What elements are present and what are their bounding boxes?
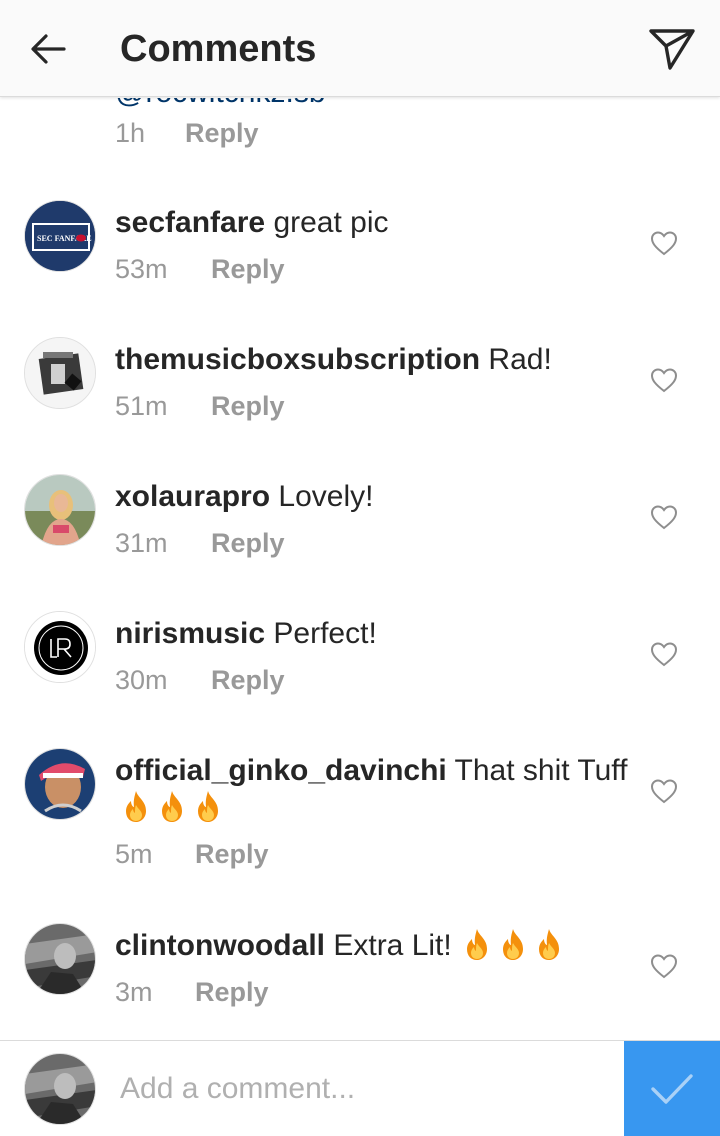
comment-username[interactable]: nirismusic: [115, 617, 265, 650]
avatar[interactable]: [24, 923, 96, 995]
heart-icon[interactable]: [650, 230, 678, 256]
xolaurapro-avatar-image: [25, 475, 95, 545]
partial-comment-meta: 1h Reply: [115, 118, 259, 149]
comment-text: clintonwoodall Extra Lit!: [115, 927, 635, 964]
fire-emoji-icon: [466, 929, 487, 960]
comment-meta: 5m Reply: [115, 839, 269, 870]
musicbox-avatar-image: [25, 338, 95, 408]
secfanfare-logo: SEC FANFARE: [25, 201, 95, 271]
current-user-avatar: [24, 1053, 96, 1125]
partial-comment-text: @rocwitchkz.sb: [115, 98, 326, 110]
heart-icon[interactable]: [650, 641, 678, 667]
share-button[interactable]: [644, 22, 700, 76]
fire-emoji-icon: [126, 791, 146, 822]
comment-time: 53m: [115, 254, 168, 284]
paper-plane-icon: [649, 29, 695, 70]
avatar[interactable]: [24, 748, 96, 820]
reply-button[interactable]: Reply: [185, 118, 259, 149]
comment-meta: 31m Reply: [115, 528, 285, 559]
heart-icon[interactable]: [650, 367, 678, 393]
heart-icon[interactable]: [650, 953, 678, 979]
comment-meta: 30m Reply: [115, 665, 285, 696]
comment-username[interactable]: official_ginko_davinchi: [115, 754, 447, 787]
comment-meta: 3m Reply: [115, 977, 269, 1008]
fire-emoji-icon: [502, 929, 523, 960]
nirismusic-logo: [25, 612, 95, 682]
fire-emoji-icon: [198, 791, 218, 822]
comment-time: 30m: [115, 665, 168, 695]
comment-meta: 51m Reply: [115, 391, 285, 422]
heart-icon[interactable]: [650, 778, 678, 804]
fire-emoji-icon: [162, 791, 182, 822]
reply-button[interactable]: Reply: [211, 391, 285, 422]
comment-body: Lovely!: [278, 480, 374, 513]
current-user-avatar-image: [25, 1054, 95, 1124]
avatar[interactable]: SEC FANFARE: [24, 200, 96, 272]
fire-emoji-icon: [538, 929, 559, 960]
comments-list[interactable]: @rocwitchkz.sb 1h Reply SEC FANFARE secf…: [0, 98, 720, 1040]
comment-text: xolaurapro Lovely!: [115, 478, 615, 515]
arrow-left-icon: [31, 34, 66, 64]
comment-time: 5m: [115, 839, 153, 869]
post-comment-button[interactable]: [624, 1041, 720, 1136]
checkmark-icon: [651, 1074, 693, 1104]
comment-text: nirismusic Perfect!: [115, 615, 615, 652]
reply-button[interactable]: Reply: [195, 839, 269, 870]
comment-username[interactable]: secfanfare: [115, 206, 265, 239]
comment-username[interactable]: clintonwoodall: [115, 929, 325, 962]
clintonwoodall-avatar-image: [25, 924, 95, 994]
back-button[interactable]: [22, 24, 74, 74]
comment-username[interactable]: xolaurapro: [115, 480, 270, 513]
comment-body: Extra Lit!: [333, 929, 452, 962]
comment-body: That shit Tuff: [454, 754, 628, 787]
avatar[interactable]: [24, 611, 96, 683]
comment-time: 1h: [115, 118, 146, 148]
reply-button[interactable]: Reply: [195, 977, 269, 1008]
avatar[interactable]: [24, 337, 96, 409]
page-title: Comments: [120, 28, 317, 70]
comment-time: 3m: [115, 977, 153, 1007]
comment-composer: [0, 1040, 720, 1136]
comment-body: Rad!: [488, 343, 552, 376]
comment-text: secfanfare great pic: [115, 204, 615, 241]
comment-meta: 53m Reply: [115, 254, 285, 285]
comment-input[interactable]: [120, 1061, 610, 1117]
reply-button[interactable]: Reply: [211, 665, 285, 696]
top-bar: Comments: [0, 0, 720, 97]
comment-body: Perfect!: [273, 617, 377, 650]
comment-body: great pic: [273, 206, 389, 239]
avatar[interactable]: [24, 474, 96, 546]
comment-text: themusicboxsubscription Rad!: [115, 341, 615, 378]
comment-text: official_ginko_davinchi That shit Tuff: [115, 752, 635, 826]
comment-time: 51m: [115, 391, 168, 421]
comment-username[interactable]: themusicboxsubscription: [115, 343, 480, 376]
comment-time: 31m: [115, 528, 168, 558]
heart-icon[interactable]: [650, 504, 678, 530]
reply-button[interactable]: Reply: [211, 528, 285, 559]
ginko-avatar-image: [25, 749, 95, 819]
reply-button[interactable]: Reply: [211, 254, 285, 285]
